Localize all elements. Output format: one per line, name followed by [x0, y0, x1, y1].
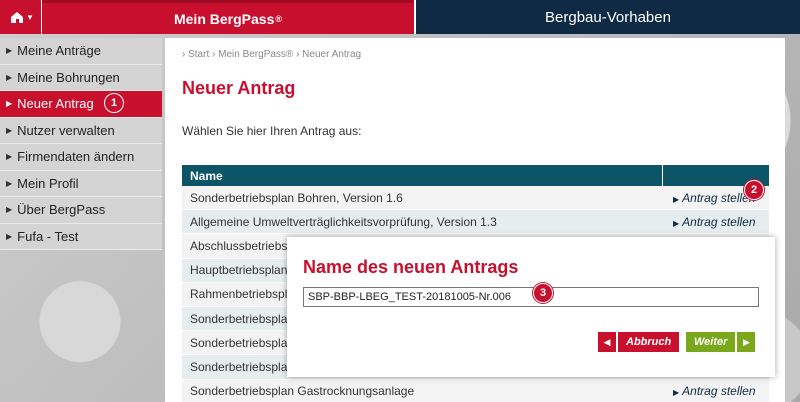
tab-mein-bergpass[interactable]: Mein BergPass ®: [42, 0, 414, 34]
arrow-right-icon: ▶: [737, 332, 756, 352]
sidebar-item-neuer-antrag[interactable]: ▶ Neuer Antrag: [0, 91, 162, 118]
table-header: Name: [182, 165, 769, 186]
cancel-button[interactable]: ◀ Abbruch: [598, 332, 680, 352]
step-badge-2: 2: [744, 180, 764, 200]
caret-right-icon: ▶: [673, 388, 680, 398]
next-button-label: Weiter: [686, 332, 736, 352]
table-row: Allgemeine Umweltverträglichkeitsvorprüf…: [182, 210, 769, 235]
sidebar-item-label: Über BergPass: [17, 202, 106, 218]
sidebar-item-label: Firmendaten ändern: [17, 149, 135, 165]
table-row: Sonderbetriebsplan Gastrocknungsanlage ▶…: [182, 379, 769, 402]
caret-right-icon: ▶: [6, 125, 13, 135]
top-bar: ▾ Mein BergPass ® Bergbau-Vorhaben: [0, 0, 800, 34]
sidebar-item-mein-profil[interactable]: ▶ Mein Profil: [0, 170, 162, 197]
intro-text: Wählen Sie hier Ihren Antrag aus:: [182, 124, 362, 138]
sidebar-item-meine-bohrungen[interactable]: ▶ Meine Bohrungen: [0, 64, 162, 91]
home-menu-button[interactable]: ▾: [0, 0, 42, 34]
step-badge-1: 1: [104, 93, 124, 113]
breadcrumb[interactable]: › Start › Mein BergPass® › Neuer Antrag: [182, 49, 361, 60]
registered-mark: ®: [275, 13, 282, 24]
dialog-title: Name des neuen Antrags: [303, 257, 519, 277]
sidebar-item-label: Meine Anträge: [17, 43, 101, 59]
antrag-stellen-label: Antrag stellen: [682, 384, 756, 399]
row-name: Allgemeine Umweltverträglichkeitsvorprüf…: [190, 214, 497, 229]
next-button[interactable]: Weiter ▶: [686, 332, 756, 352]
caret-right-icon: ▶: [6, 205, 13, 215]
sidebar-item-nutzer-verwalten[interactable]: ▶ Nutzer verwalten: [0, 117, 162, 144]
caret-right-icon: ▶: [673, 194, 680, 204]
sidebar-item-label: Neuer Antrag: [17, 96, 94, 112]
application-name-input[interactable]: [303, 287, 759, 307]
arrow-left-icon: ◀: [598, 332, 616, 352]
sidebar-item-ueber-bergpass[interactable]: ▶ Über BergPass: [0, 197, 162, 224]
page-title: Neuer Antrag: [182, 78, 296, 98]
chevron-down-icon: ▾: [27, 11, 33, 22]
antrag-stellen-label: Antrag stellen: [682, 214, 756, 229]
caret-right-icon: ▶: [6, 46, 13, 56]
sidebar-item-meine-antraege[interactable]: ▶ Meine Anträge: [0, 38, 162, 65]
caret-right-icon: ▶: [6, 231, 13, 241]
sidebar-item-fufa-test[interactable]: ▶ Fufa - Test: [0, 223, 162, 250]
column-header-name: Name: [182, 165, 663, 186]
sidebar-item-firmendaten-aendern[interactable]: ▶ Firmendaten ändern: [0, 144, 162, 171]
tab-mein-bergpass-label: Mein BergPass: [173, 10, 275, 27]
antrag-stellen-link[interactable]: ▶ Antrag stellen: [663, 384, 769, 398]
sidebar-item-label: Nutzer verwalten: [17, 122, 115, 138]
sidebar-item-label: Meine Bohrungen: [17, 69, 120, 85]
caret-right-icon: ▶: [673, 218, 680, 228]
tab-bergbau-vorhaben-label: Bergbau-Vorhaben: [545, 8, 671, 26]
sidebar-nav: ▶ Meine Anträge ▶ Meine Bohrungen ▶ Neue…: [0, 38, 162, 250]
sidebar-item-label: Mein Profil: [17, 175, 79, 191]
sidebar-item-label: Fufa - Test: [17, 228, 79, 244]
caret-right-icon: ▶: [6, 178, 13, 188]
row-name: Sonderbetriebsplan Gastrocknungsanlage: [190, 384, 415, 399]
row-name: Sonderbetriebsplan Bohren, Version 1.6: [190, 190, 403, 205]
caret-right-icon: ▶: [6, 152, 13, 162]
new-application-dialog: Name des neuen Antrags ◀ Abbruch Weiter …: [287, 237, 775, 377]
caret-right-icon: ▶: [6, 72, 13, 82]
table-row: Sonderbetriebsplan Bohren, Version 1.6 ▶…: [182, 186, 769, 211]
step-badge-3: 3: [533, 283, 553, 303]
tab-bergbau-vorhaben[interactable]: Bergbau-Vorhaben: [414, 0, 800, 34]
house-lock-icon: [10, 12, 23, 23]
cancel-button-label: Abbruch: [618, 332, 680, 352]
caret-right-icon: ▶: [6, 99, 13, 109]
antrag-stellen-link[interactable]: ▶ Antrag stellen: [663, 215, 769, 229]
